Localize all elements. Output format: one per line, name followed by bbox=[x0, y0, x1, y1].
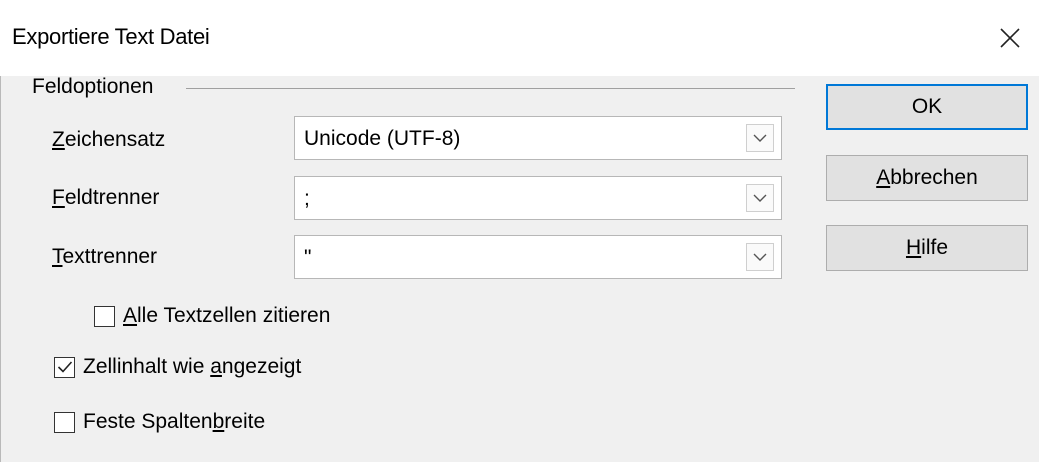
fixed-width-checkbox[interactable] bbox=[54, 411, 75, 433]
checkmark-icon bbox=[57, 361, 72, 373]
charset-value: Unicode (UTF-8) bbox=[304, 127, 461, 150]
charset-label: Zeichensatz bbox=[52, 128, 165, 152]
group-label-field-options: Feldoptionen bbox=[32, 75, 154, 98]
as-shown-checkbox-row[interactable]: Zellinhalt wie angezeigt bbox=[54, 355, 301, 379]
field-separator-value: ; bbox=[304, 187, 310, 210]
help-button-label: Hilfe bbox=[906, 236, 948, 260]
ok-button[interactable]: OK bbox=[826, 84, 1028, 130]
cancel-button-text: bbrechen bbox=[890, 166, 978, 189]
text-separator-dropdown-button[interactable] bbox=[746, 243, 774, 271]
text-separator-select[interactable]: " bbox=[294, 235, 782, 279]
help-button[interactable]: Hilfe bbox=[826, 225, 1028, 271]
ok-button-label: OK bbox=[911, 95, 943, 118]
as-shown-checkbox[interactable] bbox=[54, 356, 75, 378]
field-separator-label-mnemonic: F bbox=[52, 186, 65, 209]
close-icon bbox=[999, 28, 1020, 48]
as-shown-label-prefix: Zellinhalt wie bbox=[83, 355, 211, 378]
field-separator-label-text: eldtrenner bbox=[64, 186, 160, 209]
quote-all-checkbox-row[interactable]: Alle Textzellen zitieren bbox=[94, 304, 330, 328]
chevron-down-icon bbox=[753, 194, 767, 202]
as-shown-label-text: ngezeigt bbox=[221, 355, 302, 378]
close-button[interactable] bbox=[980, 10, 1039, 66]
title-bar: Exportiere Text Datei bbox=[0, 0, 1039, 76]
text-separator-label: Texttrenner bbox=[52, 245, 157, 269]
group-separator bbox=[186, 88, 795, 89]
chevron-down-icon bbox=[753, 134, 767, 142]
charset-label-text: eichensatz bbox=[64, 128, 166, 151]
text-separator-label-mnemonic: T bbox=[52, 245, 63, 268]
window-border bbox=[0, 76, 1, 462]
fixed-width-checkbox-row[interactable]: Feste Spaltenbreite bbox=[54, 410, 265, 434]
fixed-width-label: Feste Spaltenbreite bbox=[83, 410, 265, 434]
quote-all-label-text: lle Textzellen zitieren bbox=[137, 304, 331, 327]
field-separator-label: Feldtrenner bbox=[52, 186, 159, 210]
cancel-button-label: Abbrechen bbox=[876, 166, 978, 190]
cancel-button-mnemonic: A bbox=[876, 166, 891, 189]
charset-select[interactable]: Unicode (UTF-8) bbox=[294, 116, 782, 160]
text-separator-value: " bbox=[304, 246, 312, 269]
chevron-down-icon bbox=[753, 253, 767, 261]
charset-dropdown-button[interactable] bbox=[746, 124, 774, 152]
quote-all-checkbox[interactable] bbox=[94, 305, 115, 327]
help-button-text: ilfe bbox=[921, 236, 949, 259]
as-shown-label-mnemonic: a bbox=[210, 355, 222, 378]
dialog-title: Exportiere Text Datei bbox=[12, 24, 210, 49]
quote-all-label: Alle Textzellen zitieren bbox=[123, 304, 330, 328]
text-separator-label-text: exttrenner bbox=[62, 245, 158, 268]
field-separator-select[interactable]: ; bbox=[294, 176, 782, 220]
export-text-dialog: Exportiere Text Datei Feldoptionen Zeich… bbox=[0, 0, 1039, 462]
as-shown-label: Zellinhalt wie angezeigt bbox=[83, 355, 301, 379]
quote-all-label-mnemonic: A bbox=[123, 304, 138, 327]
fixed-width-label-text: reite bbox=[224, 410, 266, 433]
fixed-width-label-mnemonic: b bbox=[212, 410, 225, 433]
help-button-mnemonic: H bbox=[905, 236, 922, 259]
fixed-width-label-prefix: Feste Spalten bbox=[83, 410, 213, 433]
field-separator-dropdown-button[interactable] bbox=[746, 184, 774, 212]
charset-label-mnemonic: Z bbox=[52, 128, 65, 151]
cancel-button[interactable]: Abbrechen bbox=[826, 155, 1028, 201]
